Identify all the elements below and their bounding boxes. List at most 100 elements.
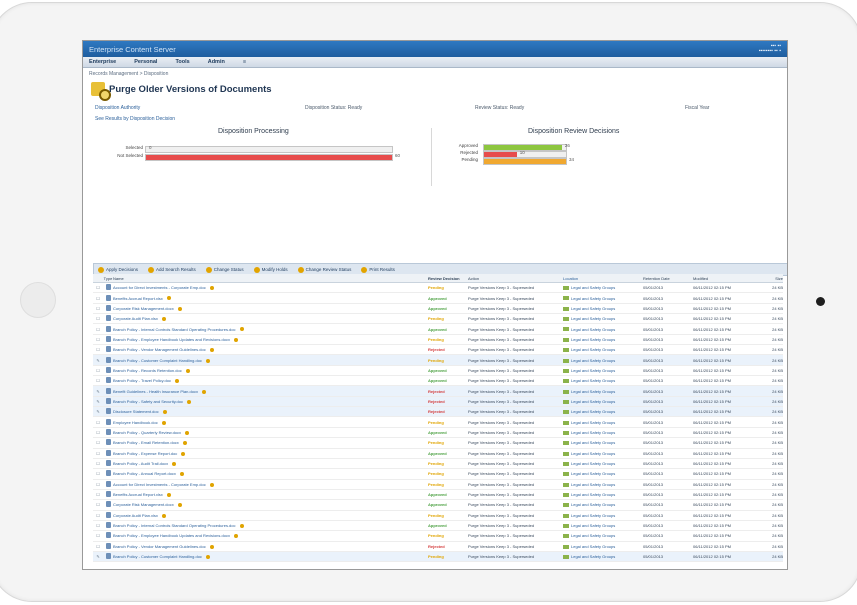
row-location[interactable]: Legal and Safety Groups	[563, 482, 643, 487]
row-location-label[interactable]: Legal and Safety Groups	[571, 461, 615, 466]
row-location-label[interactable]: Legal and Safety Groups	[571, 513, 615, 518]
column-header[interactable]: Name	[113, 276, 373, 281]
row-name[interactable]: Branch Policy - Internal Controls Standa…	[113, 523, 236, 528]
row-name[interactable]: Corporate Risk Management.docx	[113, 306, 174, 311]
row-name-link[interactable]: Branch Policy - Safety and Security.doc	[113, 399, 373, 404]
row-checkbox[interactable]: ✎	[93, 358, 103, 363]
row-name-link[interactable]: Branch Policy - Internal Controls Standa…	[113, 327, 373, 332]
row-name-link[interactable]: Branch Policy - Employee Handbook Update…	[113, 533, 373, 538]
row-checkbox[interactable]: ☐	[93, 482, 103, 487]
table-row[interactable]: ☐ Branch Policy - Employee Handbook Updat…	[93, 531, 783, 542]
menu-item[interactable]: Enterprise	[89, 59, 116, 65]
menu-item[interactable]: Tools	[175, 59, 189, 65]
table-row[interactable]: ☐ Corporate Risk Management.docx Approved P…	[93, 500, 783, 511]
row-checkbox[interactable]: ✎	[93, 409, 103, 414]
row-name[interactable]: Account for Direct Investments - Corpora…	[113, 482, 206, 487]
row-checkbox[interactable]: ☐	[93, 523, 103, 528]
row-name-link[interactable]: Branch Policy - Vendor Management Guidel…	[113, 347, 373, 352]
row-location[interactable]: Legal and Safety Groups	[563, 399, 643, 404]
row-name[interactable]: Branch Policy - Annual Report.docx	[113, 471, 176, 476]
column-header[interactable]: Type	[103, 276, 113, 281]
row-checkbox[interactable]: ✎	[93, 554, 103, 559]
row-name-link[interactable]: Corporate Risk Management.docx	[113, 306, 373, 311]
menu-item[interactable]: ≡	[243, 59, 246, 65]
row-location[interactable]: Legal and Safety Groups	[563, 544, 643, 549]
row-name-link[interactable]: Employee Handbook.doc	[113, 420, 373, 425]
row-checkbox[interactable]: ☐	[93, 502, 103, 507]
row-name[interactable]: Branch Policy - Audit Trail.docx	[113, 461, 168, 466]
row-name-link[interactable]: Branch Policy - Customer Complaint Handl…	[113, 358, 373, 363]
column-header[interactable]: Action	[468, 276, 563, 281]
row-name[interactable]: Branch Policy - Employee Handbook Update…	[113, 337, 230, 342]
row-checkbox[interactable]: ☐	[93, 347, 103, 352]
row-name-link[interactable]: Branch Policy - Employee Handbook Update…	[113, 337, 373, 342]
row-location-label[interactable]: Legal and Safety Groups	[571, 368, 615, 373]
row-location[interactable]: Legal and Safety Groups	[563, 554, 643, 559]
row-name-link[interactable]: Branch Policy - Internal Controls Standa…	[113, 523, 373, 528]
row-name-link[interactable]: Corporate Audit Plan.xlsx	[113, 513, 373, 518]
action-button[interactable]: Print Results	[361, 266, 395, 273]
row-name-link[interactable]: Branch Policy - Records Retention.doc	[113, 368, 373, 373]
action-button[interactable]: Change Review Status	[297, 266, 351, 273]
row-location[interactable]: Legal and Safety Groups	[563, 327, 643, 332]
row-location[interactable]: Legal and Safety Groups	[563, 513, 643, 518]
row-name[interactable]: Branch Policy - Records Retention.doc	[113, 368, 182, 373]
table-row[interactable]: ☐ Branch Policy - Annual Report.docx Pendi…	[93, 469, 783, 480]
row-checkbox[interactable]: ☐	[93, 420, 103, 425]
row-location-label[interactable]: Legal and Safety Groups	[571, 316, 615, 321]
table-row[interactable]: ☐ Employee Handbook.doc Pending Purge Versi…	[93, 417, 783, 428]
action-button[interactable]: Apply Decisions	[98, 266, 138, 273]
row-name[interactable]: Benefits Accrual Report.xlsx	[113, 492, 163, 497]
row-location-label[interactable]: Legal and Safety Groups	[571, 482, 615, 487]
column-header[interactable]: Modified	[693, 276, 753, 281]
row-location-label[interactable]: Legal and Safety Groups	[571, 409, 615, 414]
row-name-link[interactable]: Branch Policy - Travel Policy.doc	[113, 378, 373, 383]
row-name-link[interactable]: Account for Direct Investments - Corpora…	[113, 482, 373, 487]
row-location-label[interactable]: Legal and Safety Groups	[571, 492, 615, 497]
table-row[interactable]: ☐ Branch Policy - Internal Controls Stand…	[93, 324, 783, 335]
table-row[interactable]: ✎ Benefit Guidelines - Health Insurance P…	[93, 386, 783, 397]
row-location[interactable]: Legal and Safety Groups	[563, 409, 643, 414]
row-checkbox[interactable]: ☐	[93, 461, 103, 466]
row-name[interactable]: Benefits Accrual Report.xlsx	[113, 296, 163, 301]
row-location-label[interactable]: Legal and Safety Groups	[571, 523, 615, 528]
table-row[interactable]: ☐ Branch Policy - Employee Handbook Updat…	[93, 335, 783, 346]
row-checkbox[interactable]: ☐	[93, 337, 103, 342]
row-location-label[interactable]: Legal and Safety Groups	[571, 327, 615, 332]
table-row[interactable]: ☐ Branch Policy - Records Retention.doc Ap…	[93, 366, 783, 377]
table-row[interactable]: ☐ Corporate Audit Plan.xlsx Pending Purge V…	[93, 511, 783, 521]
row-location[interactable]: Legal and Safety Groups	[563, 296, 643, 301]
row-name[interactable]: Branch Policy - Quarterly Review.docx	[113, 430, 181, 435]
table-row[interactable]: ☐ Branch Policy - Audit Trail.docx Pending…	[93, 459, 783, 470]
row-location[interactable]: Legal and Safety Groups	[563, 440, 643, 445]
row-location[interactable]: Legal and Safety Groups	[563, 306, 643, 311]
row-name-link[interactable]: Benefits Accrual Report.xlsx	[113, 296, 373, 301]
row-checkbox[interactable]: ☐	[93, 492, 103, 497]
row-checkbox[interactable]: ☐	[93, 544, 103, 549]
row-checkbox[interactable]: ☐	[93, 471, 103, 476]
row-name[interactable]: Branch Policy - Travel Policy.doc	[113, 378, 171, 383]
row-location-label[interactable]: Legal and Safety Groups	[571, 296, 615, 301]
row-name[interactable]: Branch Policy - Email Retention.docx	[113, 440, 179, 445]
row-name[interactable]: Corporate Audit Plan.xlsx	[113, 513, 158, 518]
table-row[interactable]: ☐ Account for Direct Investments - Corpor…	[93, 283, 783, 294]
table-row[interactable]: ☐ Corporate Audit Plan.xlsx Pending Purge V…	[93, 314, 783, 325]
row-checkbox[interactable]: ☐	[93, 296, 103, 301]
table-row[interactable]: ☐ Corporate Risk Management.docx Approved P…	[93, 304, 783, 315]
row-location-label[interactable]: Legal and Safety Groups	[571, 389, 615, 394]
row-name[interactable]: Employee Handbook.doc	[113, 420, 158, 425]
row-checkbox[interactable]: ☐	[93, 306, 103, 311]
row-location-label[interactable]: Legal and Safety Groups	[571, 544, 615, 549]
row-name[interactable]: Corporate Audit Plan.xlsx	[113, 316, 158, 321]
row-name[interactable]: Corporate Risk Management.docx	[113, 502, 174, 507]
row-location-label[interactable]: Legal and Safety Groups	[571, 471, 615, 476]
row-location[interactable]: Legal and Safety Groups	[563, 533, 643, 538]
table-row[interactable]: ☐ Benefits Accrual Report.xlsx Approved Pur…	[93, 490, 783, 501]
table-row[interactable]: ☐ Branch Policy - Vendor Management Guide…	[93, 345, 783, 356]
table-row[interactable]: ☐ Branch Policy - Vendor Management Guide…	[93, 542, 783, 552]
table-row[interactable]: ☐ Benefits Accrual Report.xlsx Approved Pur…	[93, 293, 783, 304]
row-location[interactable]: Legal and Safety Groups	[563, 492, 643, 497]
action-button[interactable]: Modify Holds	[253, 266, 288, 273]
row-checkbox[interactable]: ☐	[93, 440, 103, 445]
row-name-link[interactable]: Branch Policy - Vendor Management Guidel…	[113, 544, 373, 549]
